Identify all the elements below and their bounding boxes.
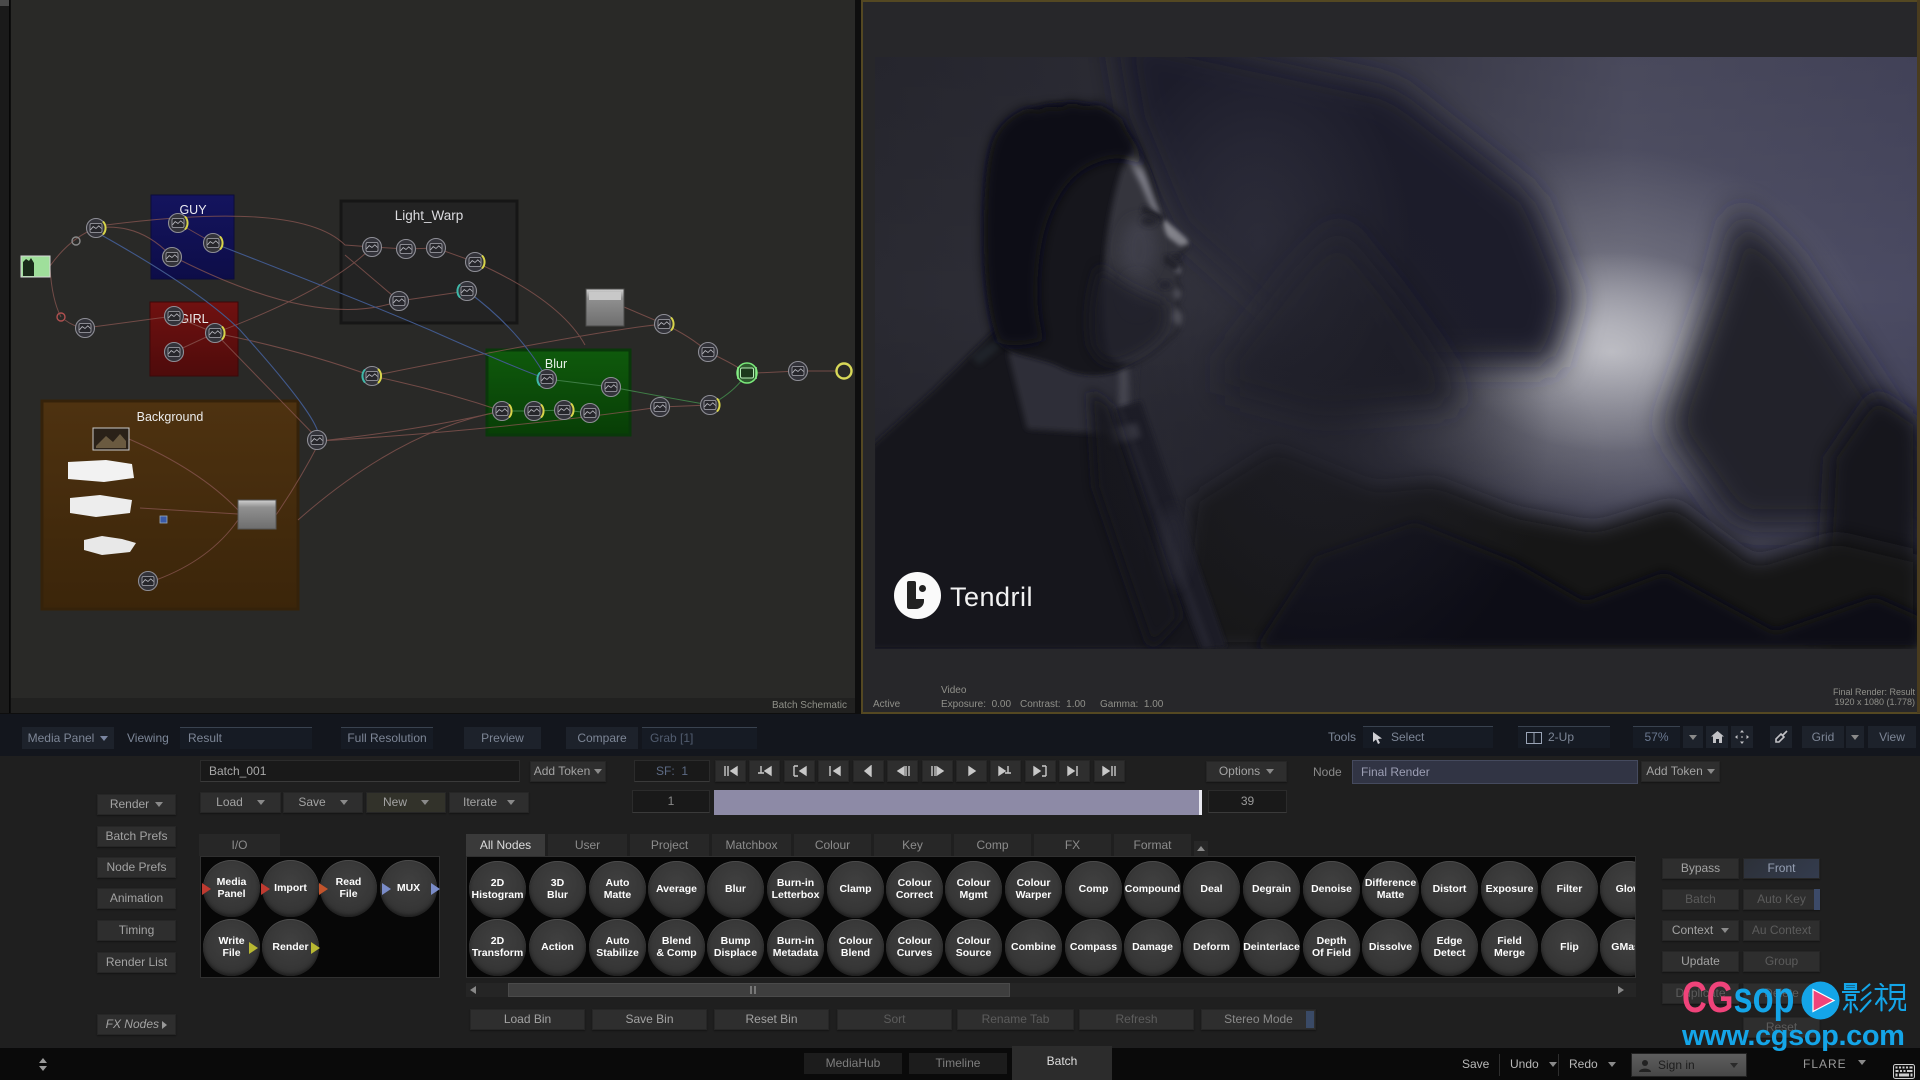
svg-text:Blur: Blur <box>545 357 567 371</box>
svg-text:Light_Warp: Light_Warp <box>395 208 464 223</box>
svg-text:Background: Background <box>137 410 204 424</box>
